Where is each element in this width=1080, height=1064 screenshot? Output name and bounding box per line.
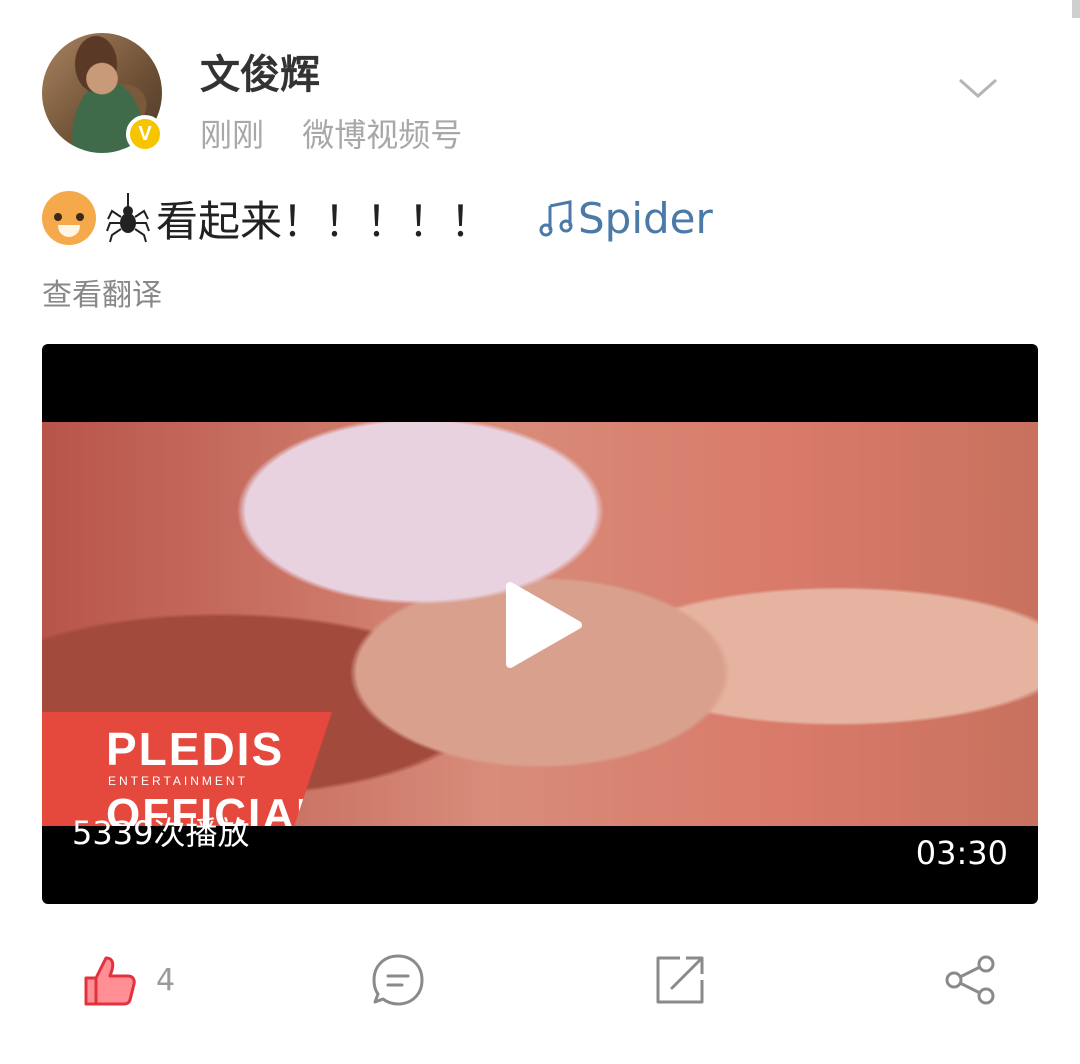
post-text: 看起来！！！！！ Spider xyxy=(42,188,713,248)
verified-badge-icon: V xyxy=(126,115,164,153)
tiger-emoji-icon xyxy=(42,191,96,245)
logo-main-text: PLEDIS xyxy=(106,723,285,775)
music-link-label: Spider xyxy=(578,193,713,243)
comment-button[interactable] xyxy=(370,950,426,1010)
author-avatar[interactable]: V xyxy=(42,33,164,155)
video-duration: 03:30 xyxy=(915,834,1008,872)
post-text-content: 看起来！！！！！ xyxy=(156,196,493,246)
play-count: 5339次播放 xyxy=(72,814,250,852)
post-time: 刚刚 xyxy=(200,116,265,154)
comment-icon xyxy=(372,954,424,1006)
post-meta: 刚刚 微博视频号 xyxy=(200,110,462,156)
share-icon xyxy=(945,955,995,1005)
like-count: 4 xyxy=(156,962,176,998)
play-icon[interactable] xyxy=(504,580,584,670)
music-note-icon xyxy=(539,200,573,237)
chevron-down-icon[interactable] xyxy=(958,76,998,100)
music-link[interactable]: Spider xyxy=(538,194,713,243)
post-source[interactable]: 微博视频号 xyxy=(302,116,462,154)
scrollbar[interactable] xyxy=(1072,0,1080,18)
logo-sub-text: ENTERTAINMENT xyxy=(108,774,248,788)
repost-icon xyxy=(656,956,704,1004)
share-button[interactable] xyxy=(942,950,998,1010)
video-player[interactable]: PLEDIS ENTERTAINMENT OFFICIAL 5339次播放 03… xyxy=(42,344,1038,904)
thumbs-up-icon xyxy=(84,956,136,1006)
repost-button[interactable] xyxy=(652,950,708,1010)
translate-link[interactable]: 查看翻译 xyxy=(42,270,162,314)
spider-emoji-icon xyxy=(106,193,150,243)
author-name[interactable]: 文俊辉 xyxy=(200,42,320,100)
like-button[interactable]: 4 xyxy=(82,950,175,1010)
